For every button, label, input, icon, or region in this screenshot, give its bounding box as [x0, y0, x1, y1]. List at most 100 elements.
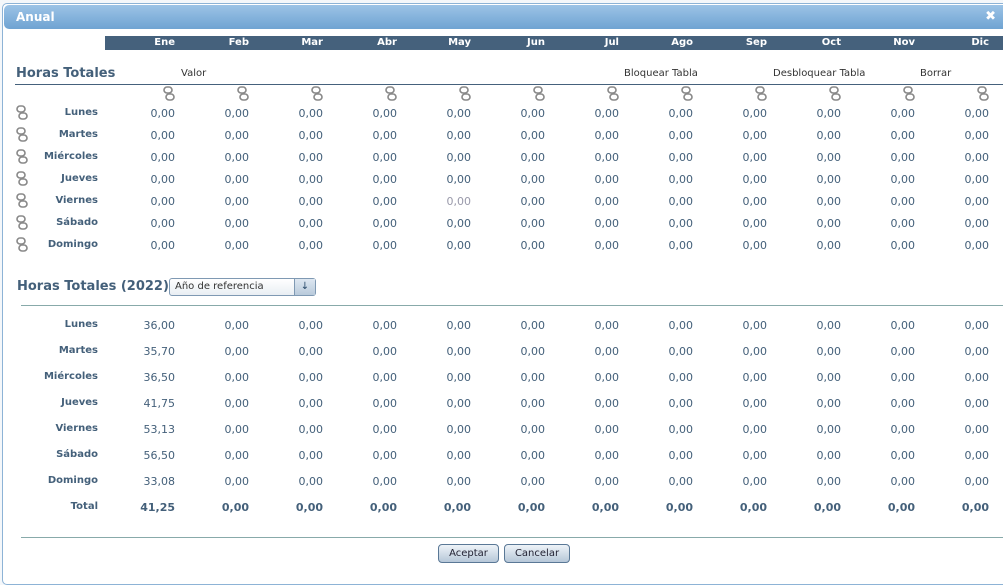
link-icon[interactable] [681, 86, 693, 102]
value-input[interactable]: 0,00 [549, 173, 620, 186]
value-input[interactable]: 0,00 [327, 129, 398, 142]
value-input[interactable]: 0,00 [845, 129, 916, 142]
link-icon[interactable] [385, 86, 397, 102]
value-input[interactable]: 0,00 [475, 239, 546, 252]
value-input[interactable]: 0,00 [771, 173, 842, 186]
value-input[interactable]: 0,00 [919, 151, 990, 164]
value-input[interactable]: 0,00 [549, 107, 620, 120]
value-input[interactable]: 0,00 [105, 173, 176, 186]
value-input[interactable]: 0,00 [253, 107, 324, 120]
value-input[interactable]: 0,00 [253, 173, 324, 186]
value-input[interactable]: 0,00 [401, 129, 472, 142]
value-input[interactable]: 0,00 [105, 107, 176, 120]
value-input[interactable]: 0,00 [845, 217, 916, 230]
value-input[interactable]: 0,00 [327, 195, 398, 208]
value-input[interactable]: 0,00 [771, 129, 842, 142]
clear-link[interactable]: Borrar [920, 68, 951, 79]
value-input[interactable]: 0,00 [475, 151, 546, 164]
value-input[interactable]: 0,00 [549, 151, 620, 164]
value-input[interactable]: 0,00 [697, 107, 768, 120]
value-input[interactable]: 0,00 [401, 107, 472, 120]
value-input[interactable]: 0,00 [697, 239, 768, 252]
value-input[interactable]: 0,00 [771, 195, 842, 208]
link-icon[interactable] [977, 86, 989, 102]
unlock-table-link[interactable]: Desbloquear Tabla [773, 68, 865, 79]
value-input[interactable]: 0,00 [327, 173, 398, 186]
link-icon[interactable] [607, 86, 619, 102]
value-input[interactable]: 0,00 [919, 239, 990, 252]
value-input[interactable]: 0,00 [771, 239, 842, 252]
value-input[interactable]: 0,00 [179, 217, 250, 230]
value-input[interactable]: 0,00 [845, 107, 916, 120]
value-input[interactable]: 0,00 [179, 195, 250, 208]
value-input[interactable]: 0,00 [475, 217, 546, 230]
value-input[interactable]: 0,00 [771, 151, 842, 164]
dialog-titlebar[interactable]: Anual ✖ [4, 5, 1003, 29]
value-input[interactable]: 0,00 [697, 217, 768, 230]
link-icon[interactable] [755, 86, 767, 102]
value-input[interactable]: 0,00 [401, 151, 472, 164]
value-input[interactable]: 0,00 [919, 217, 990, 230]
value-input[interactable]: 0,00 [253, 217, 324, 230]
value-input[interactable]: 0,00 [105, 151, 176, 164]
link-icon[interactable] [163, 86, 175, 102]
link-icon[interactable] [903, 86, 915, 102]
value-input[interactable]: 0,00 [623, 129, 694, 142]
value-input[interactable]: 0,00 [623, 151, 694, 164]
value-input[interactable]: 0,00 [475, 195, 546, 208]
value-input[interactable]: 0,00 [771, 107, 842, 120]
link-icon[interactable] [311, 86, 323, 102]
value-input[interactable]: 0,00 [549, 195, 620, 208]
link-icon[interactable] [533, 86, 545, 102]
value-input[interactable]: 0,00 [845, 239, 916, 252]
value-input[interactable]: 0,00 [327, 217, 398, 230]
value-input[interactable]: 0,00 [549, 239, 620, 252]
accept-button[interactable]: Aceptar [438, 544, 499, 563]
value-input[interactable]: 0,00 [401, 173, 472, 186]
value-input[interactable]: 0,00 [623, 107, 694, 120]
value-input[interactable]: 0,00 [697, 151, 768, 164]
value-input[interactable]: 0,00 [401, 217, 472, 230]
value-input[interactable]: 0,00 [845, 173, 916, 186]
link-icon[interactable] [459, 86, 471, 102]
value-input[interactable]: 0,00 [401, 195, 472, 208]
value-input[interactable]: 0,00 [327, 151, 398, 164]
value-input[interactable]: 0,00 [327, 107, 398, 120]
value-input[interactable]: 0,00 [105, 129, 176, 142]
value-input[interactable]: 0,00 [105, 195, 176, 208]
value-input[interactable]: 0,00 [179, 151, 250, 164]
value-input[interactable]: 0,00 [845, 195, 916, 208]
value-input[interactable]: 0,00 [105, 239, 176, 252]
value-input[interactable]: 0,00 [179, 173, 250, 186]
value-input[interactable]: 0,00 [179, 239, 250, 252]
value-input[interactable]: 0,00 [253, 129, 324, 142]
chevron-down-icon[interactable]: ↓ [294, 279, 315, 295]
value-input[interactable]: 0,00 [919, 173, 990, 186]
value-input[interactable]: 0,00 [623, 239, 694, 252]
value-input[interactable]: 0,00 [179, 107, 250, 120]
value-input[interactable]: 0,00 [105, 217, 176, 230]
value-input[interactable]: 0,00 [697, 173, 768, 186]
value-input[interactable]: 0,00 [401, 239, 472, 252]
cancel-button[interactable]: Cancelar [504, 544, 570, 563]
value-input[interactable]: 0,00 [327, 239, 398, 252]
value-input[interactable]: 0,00 [253, 239, 324, 252]
value-input[interactable]: 0,00 [549, 129, 620, 142]
lock-table-link[interactable]: Bloquear Tabla [624, 68, 698, 79]
value-input[interactable]: 0,00 [919, 107, 990, 120]
value-input[interactable]: 0,00 [623, 173, 694, 186]
value-input[interactable]: 0,00 [623, 217, 694, 230]
value-input[interactable]: 0,00 [253, 195, 324, 208]
close-icon[interactable]: ✖ [985, 5, 996, 29]
value-input[interactable]: 0,00 [697, 195, 768, 208]
value-input[interactable]: 0,00 [475, 107, 546, 120]
link-icon[interactable] [237, 86, 249, 102]
value-input[interactable]: 0,00 [845, 151, 916, 164]
value-input[interactable]: 0,00 [771, 217, 842, 230]
value-input[interactable]: 0,00 [549, 217, 620, 230]
value-input[interactable]: 0,00 [697, 129, 768, 142]
value-input[interactable]: 0,00 [179, 129, 250, 142]
value-input[interactable]: 0,00 [919, 129, 990, 142]
link-icon[interactable] [829, 86, 841, 102]
value-input[interactable]: 0,00 [475, 129, 546, 142]
